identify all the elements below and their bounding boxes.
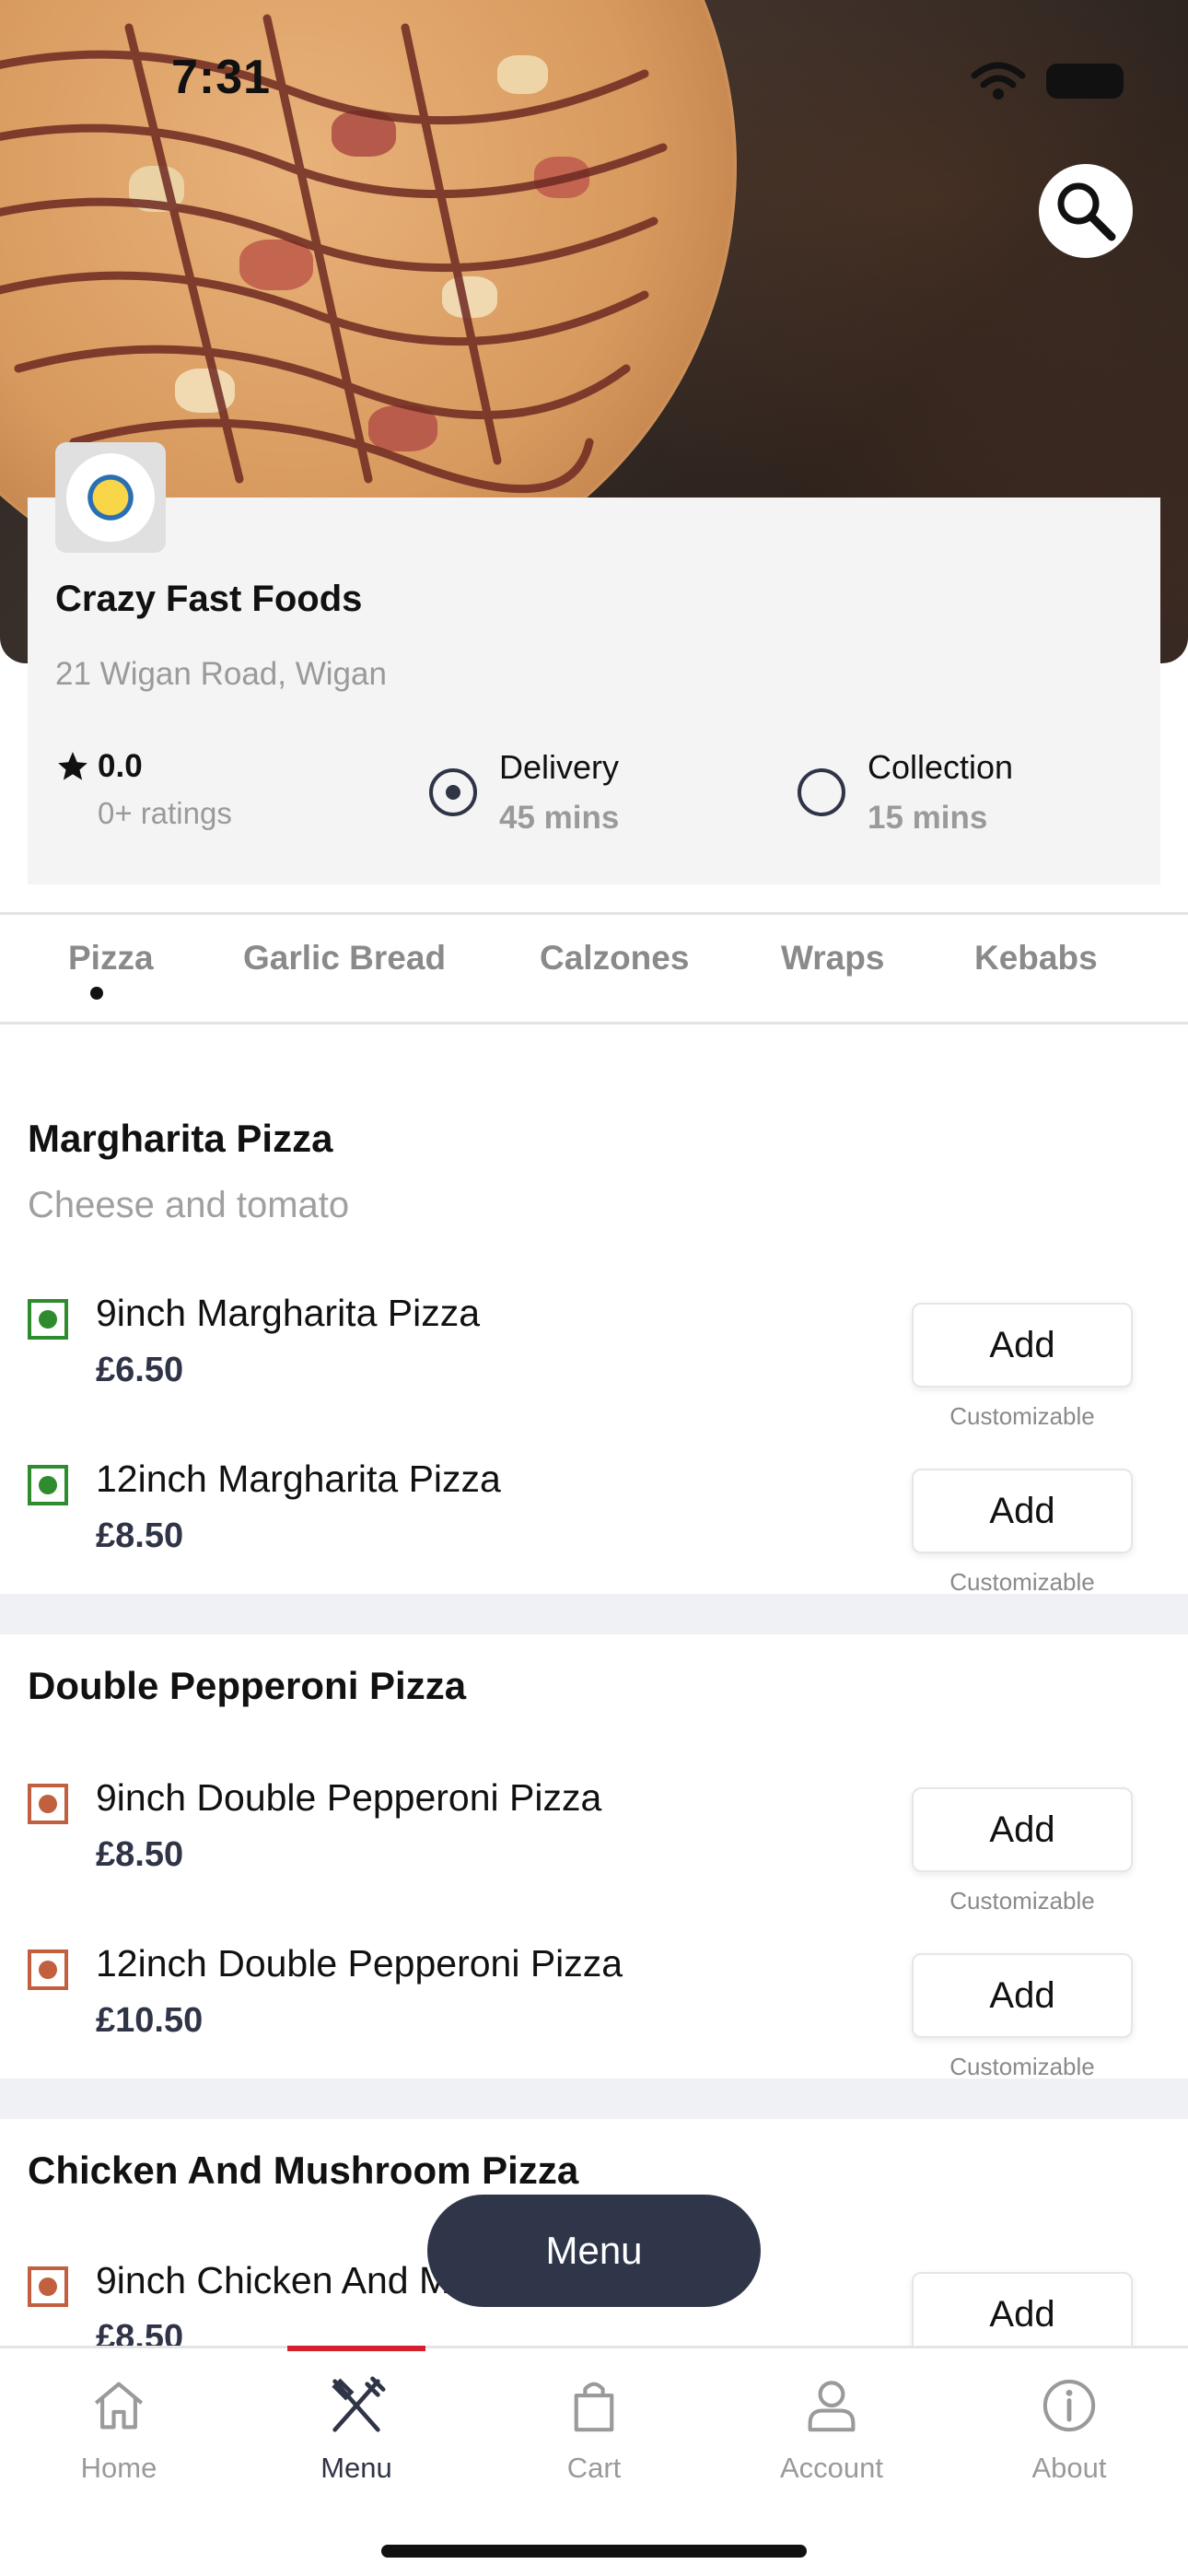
tab-garlic-bread[interactable]: Garlic Bread	[243, 939, 446, 978]
battery-icon	[1046, 64, 1124, 99]
non-veg-indicator-icon	[28, 1784, 68, 1824]
customizable-label: Customizable	[949, 2053, 1095, 2080]
item-price: £8.50	[96, 1516, 184, 1555]
nav-label: About	[1031, 2452, 1107, 2484]
add-button[interactable]: Add	[912, 1953, 1133, 2038]
delivery-time: 45 mins	[499, 800, 620, 836]
item-price: £8.50	[96, 1835, 184, 1874]
tab-pizza[interactable]: Pizza	[68, 939, 154, 978]
restaurant-logo	[55, 442, 166, 553]
nav-menu[interactable]: Menu	[238, 2348, 475, 2496]
item-price: £10.50	[96, 2001, 204, 2040]
restaurant-name: Crazy Fast Foods	[55, 579, 363, 619]
veg-indicator-icon	[28, 1465, 68, 1505]
active-tab-dot	[90, 987, 103, 1000]
collection-time: 15 mins	[868, 800, 988, 836]
rating-value: 0.0	[98, 748, 143, 784]
search-button[interactable]	[1039, 164, 1133, 258]
ratings-count: 0+ ratings	[98, 796, 232, 830]
nav-home[interactable]: Home	[0, 2348, 238, 2496]
add-button[interactable]: Add	[912, 2272, 1133, 2357]
section-title: Chicken And Mushroom Pizza	[28, 2149, 579, 2192]
item-name: 12inch Double Pepperoni Pizza	[96, 1942, 623, 1985]
category-tabs: Pizza Garlic Bread Calzones Wraps Kebabs	[0, 912, 1188, 1025]
home-indicator	[381, 2545, 807, 2558]
nav-account[interactable]: Account	[713, 2348, 950, 2496]
item-name: 12inch Margharita Pizza	[96, 1458, 501, 1500]
item-price: £6.50	[96, 1351, 184, 1389]
item-name: 9inch Double Pepperoni Pizza	[96, 1776, 602, 1819]
nav-cart[interactable]: Cart	[475, 2348, 713, 2496]
nav-label: Home	[80, 2452, 157, 2484]
section-title: Margharita Pizza	[28, 1117, 333, 1160]
nav-label: Account	[779, 2452, 883, 2484]
nav-label: Cart	[566, 2452, 622, 2484]
non-veg-indicator-icon	[28, 1950, 68, 1990]
delivery-label: Delivery	[499, 748, 620, 786]
collection-label: Collection	[868, 748, 1014, 786]
delivery-option[interactable]: Delivery 45 mins	[429, 748, 619, 837]
restaurant-info-card: Crazy Fast Foods 21 Wigan Road, Wigan 0.…	[28, 442, 1160, 884]
logo-emblem	[66, 453, 155, 542]
search-icon	[1057, 182, 1116, 241]
star-icon	[58, 752, 87, 780]
tab-kebabs[interactable]: Kebabs	[974, 939, 1098, 978]
section-divider	[0, 1594, 1188, 1634]
wifi-icon	[971, 62, 1026, 100]
tab-calzones[interactable]: Calzones	[540, 939, 689, 978]
item-name: 9inch Margharita Pizza	[96, 1292, 481, 1334]
veg-indicator-icon	[28, 1299, 68, 1340]
section-title: Double Pepperoni Pizza	[28, 1664, 467, 1707]
section-description: Cheese and tomato	[28, 1185, 350, 1225]
delivery-radio[interactable]	[429, 768, 477, 816]
fork-knife-icon	[332, 2376, 386, 2432]
home-icon	[94, 2382, 144, 2430]
bag-icon	[574, 2382, 614, 2432]
collection-radio[interactable]	[798, 768, 845, 816]
add-button[interactable]: Add	[912, 1469, 1133, 1553]
customizable-label: Customizable	[949, 1568, 1095, 1596]
add-button[interactable]: Add	[912, 1303, 1133, 1388]
tab-wraps[interactable]: Wraps	[781, 939, 884, 978]
bottom-navigation: Home Menu Cart Account About	[0, 2346, 1188, 2576]
rating-block: 0.0 0+ ratings	[55, 748, 232, 831]
non-veg-indicator-icon	[28, 2266, 68, 2307]
menu-item: 12inch Margharita Pizza £8.50 Add Custom…	[0, 1458, 1188, 1614]
nav-about[interactable]: About	[950, 2348, 1188, 2496]
restaurant-address: 21 Wigan Road, Wigan	[55, 656, 387, 692]
add-button[interactable]: Add	[912, 1787, 1133, 1872]
customizable-label: Customizable	[949, 1402, 1095, 1430]
nav-label: Menu	[320, 2452, 392, 2484]
menu-item: 9inch Margharita Pizza £6.50 Add Customi…	[0, 1292, 1188, 1448]
floating-menu-button[interactable]: Menu	[427, 2195, 761, 2307]
status-icons	[971, 61, 1124, 101]
customizable-label: Customizable	[949, 1887, 1095, 1914]
section-divider	[0, 2078, 1188, 2119]
collection-option[interactable]: Collection 15 mins	[798, 748, 1013, 837]
status-time: 7:31	[171, 51, 272, 104]
info-icon	[1042, 2379, 1096, 2432]
menu-item: 9inch Double Pepperoni Pizza £8.50 Add C…	[0, 1776, 1188, 1933]
menu-item: 12inch Double Pepperoni Pizza £10.50 Add…	[0, 1942, 1188, 2099]
person-icon	[808, 2381, 856, 2432]
